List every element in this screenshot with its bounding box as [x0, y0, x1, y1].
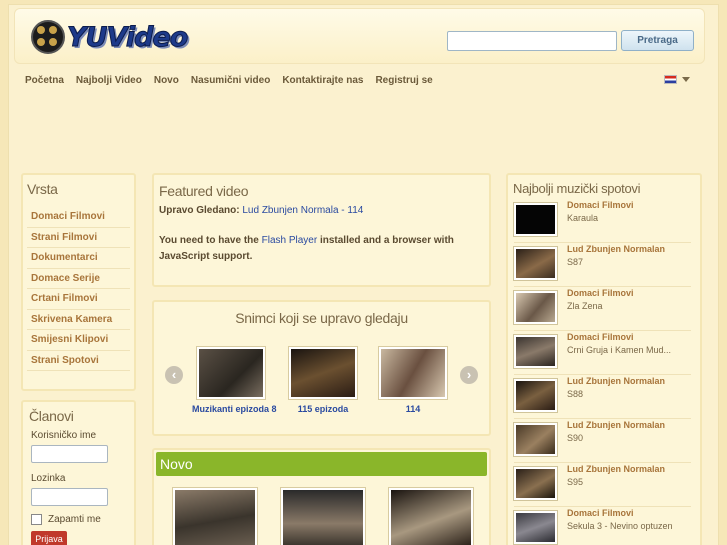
- video-thumbnail[interactable]: [281, 488, 365, 545]
- watching-item[interactable]: 115 epizoda: [284, 347, 362, 414]
- nav-item-random[interactable]: Nasumični video: [188, 75, 273, 86]
- video-thumbnail[interactable]: [514, 247, 557, 280]
- remember-row: Zapamti me: [31, 514, 128, 525]
- search-button[interactable]: Pretraga: [621, 30, 694, 51]
- sidebar-item-smijesni-klipovi[interactable]: Smijesni Klipovi: [27, 330, 130, 351]
- sidebar-item-skrivena-kamera[interactable]: Skrivena Kamera: [27, 310, 130, 330]
- flash-text-1: You need to have the: [159, 235, 262, 246]
- flash-player-link[interactable]: Flash Player: [262, 235, 318, 246]
- video-thumbnail[interactable]: [197, 347, 265, 399]
- video-thumbnail[interactable]: [514, 467, 557, 500]
- remember-checkbox[interactable]: [31, 514, 42, 525]
- spot-name[interactable]: S87: [567, 257, 583, 267]
- list-item[interactable]: Domaci Filmovi Zla Zena: [514, 287, 691, 331]
- list-item[interactable]: Lud Zbunjen Normalan S87: [514, 243, 691, 287]
- language-flag-icon[interactable]: [664, 75, 677, 84]
- spot-category[interactable]: Lud Zbunjen Normalan: [567, 244, 665, 254]
- site-logo[interactable]: YUVideo: [31, 19, 189, 55]
- main-nav: Početna Najbolji Video Novo Nasumični vi…: [22, 68, 698, 92]
- film-reel-icon: [31, 20, 65, 54]
- spot-category[interactable]: Domaci Filmovi: [567, 332, 634, 342]
- header: YUVideo Pretraga: [14, 8, 705, 64]
- sidebar-item-domace-serije[interactable]: Domace Serije: [27, 269, 130, 289]
- list-item[interactable]: Domaci Filmovi Sekula 3 - Nevino optuzen: [514, 507, 691, 545]
- watching-item[interactable]: Muzikanti epizoda 8: [192, 347, 277, 414]
- sidebar-item-strani-spotovi[interactable]: Strani Spotovi: [27, 351, 130, 371]
- sidebar-item-strani-filmovi[interactable]: Strani Filmovi: [27, 228, 130, 248]
- novo-title: Novo: [160, 456, 193, 472]
- flash-notice: You need to have the Flash Player instal…: [159, 233, 484, 265]
- novo-box: Novo: [152, 448, 491, 545]
- watching-box: Snimci koji se upravo gledaju ‹ › Muzika…: [152, 300, 491, 436]
- list-item[interactable]: Lud Zbunjen Normalan S88: [514, 375, 691, 419]
- next-arrow-icon[interactable]: ›: [460, 366, 478, 384]
- now-watching: Upravo Gledano: Lud Zbunjen Normala - 11…: [159, 205, 484, 216]
- list-item[interactable]: Domaci Filmovi Karaula: [514, 199, 691, 243]
- featured-box: Featured video Upravo Gledano: Lud Zbunj…: [152, 173, 491, 287]
- sidebar-item-dokumentarci[interactable]: Dokumentarci: [27, 248, 130, 269]
- categories-title: Vrsta: [27, 181, 58, 197]
- spot-category[interactable]: Domaci Filmovi: [567, 508, 634, 518]
- list-item[interactable]: Domaci Filmovi Crni Gruja i Kamen Mud...: [514, 331, 691, 375]
- nav-item-contact[interactable]: Kontaktirajte nas: [279, 75, 366, 86]
- video-caption[interactable]: 115 epizoda: [284, 404, 362, 414]
- video-caption[interactable]: Muzikanti epizoda 8: [192, 404, 277, 414]
- spot-category[interactable]: Lud Zbunjen Normalan: [567, 464, 665, 474]
- sidebar-item-crtani-filmovi[interactable]: Crtani Filmovi: [27, 289, 130, 310]
- nav-item-register[interactable]: Registruj se: [372, 75, 435, 86]
- nav-item-home[interactable]: Početna: [22, 75, 67, 86]
- featured-title: Featured video: [159, 183, 249, 199]
- spot-name[interactable]: Zla Zena: [567, 301, 603, 311]
- novo-header: Novo: [156, 452, 487, 476]
- nav-item-best-video[interactable]: Najbolji Video: [73, 75, 145, 86]
- video-thumbnail[interactable]: [514, 379, 557, 412]
- members-title: Članovi: [29, 408, 74, 424]
- password-label: Lozinka: [31, 473, 66, 484]
- list-item[interactable]: Lud Zbunjen Normalan S90: [514, 419, 691, 463]
- video-thumbnail[interactable]: [514, 291, 557, 324]
- video-thumbnail[interactable]: [389, 488, 473, 545]
- spot-name[interactable]: Crni Gruja i Kamen Mud...: [567, 345, 671, 355]
- video-thumbnail[interactable]: [514, 203, 557, 236]
- video-thumbnail[interactable]: [379, 347, 447, 399]
- categories-box: Vrsta Domaci Filmovi Strani Filmovi Doku…: [21, 173, 136, 391]
- login-button[interactable]: Prijava: [31, 531, 67, 545]
- nav-item-new[interactable]: Novo: [151, 75, 182, 86]
- spots-title: Najbolji muzički spotovi: [513, 181, 641, 196]
- password-field[interactable]: [31, 488, 108, 506]
- video-thumbnail[interactable]: [289, 347, 357, 399]
- spot-category[interactable]: Domaci Filmovi: [567, 288, 634, 298]
- video-thumbnail[interactable]: [173, 488, 257, 545]
- spot-name[interactable]: Karaula: [567, 213, 598, 223]
- video-thumbnail[interactable]: [514, 511, 557, 544]
- now-watching-label: Upravo Gledano:: [159, 205, 240, 216]
- sidebar-item-domaci-filmovi[interactable]: Domaci Filmovi: [27, 207, 130, 228]
- logo-text: YUVideo: [66, 21, 188, 53]
- now-watching-link[interactable]: Lud Zbunjen Normala - 114: [242, 205, 363, 216]
- watching-title: Snimci koji se upravo gledaju: [235, 310, 408, 326]
- spot-category[interactable]: Lud Zbunjen Normalan: [567, 420, 665, 430]
- prev-arrow-icon[interactable]: ‹: [165, 366, 183, 384]
- video-caption[interactable]: 114: [374, 404, 452, 414]
- spot-name[interactable]: S95: [567, 477, 583, 487]
- spot-category[interactable]: Domaci Filmovi: [567, 200, 634, 210]
- watching-item[interactable]: 114: [374, 347, 452, 414]
- list-item[interactable]: Lud Zbunjen Normalan S95: [514, 463, 691, 507]
- members-box: Članovi Korisničko ime Lozinka Zapamti m…: [21, 400, 136, 545]
- video-thumbnail[interactable]: [514, 423, 557, 456]
- remember-label: Zapamti me: [48, 514, 101, 525]
- spot-name[interactable]: Sekula 3 - Nevino optuzen: [567, 521, 673, 531]
- username-field[interactable]: [31, 445, 108, 463]
- spot-name[interactable]: S90: [567, 433, 583, 443]
- chevron-down-icon[interactable]: [682, 77, 690, 82]
- spot-category[interactable]: Lud Zbunjen Normalan: [567, 376, 665, 386]
- video-thumbnail[interactable]: [514, 335, 557, 368]
- spots-box: Najbolji muzički spotovi Domaci Filmovi …: [506, 173, 702, 545]
- username-label: Korisničko ime: [31, 430, 97, 441]
- search-input[interactable]: [447, 31, 617, 51]
- spot-name[interactable]: S88: [567, 389, 583, 399]
